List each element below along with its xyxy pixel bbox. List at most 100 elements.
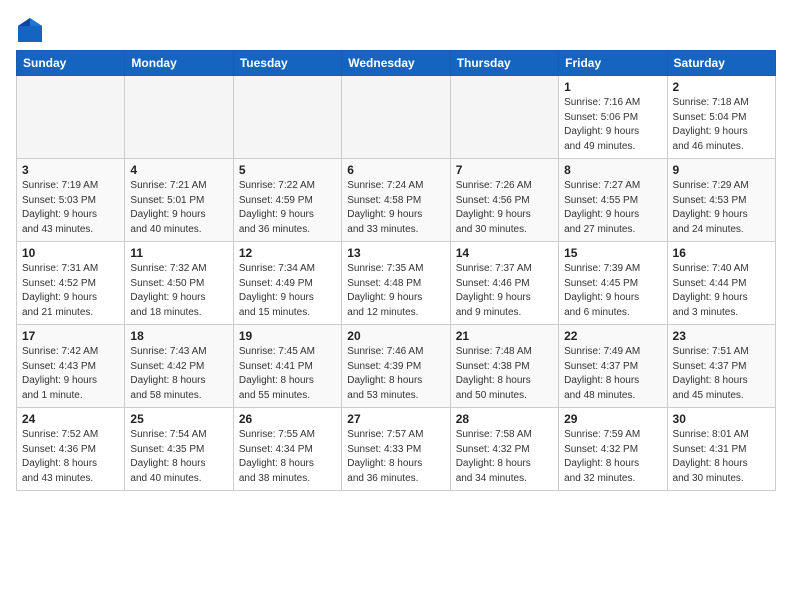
day-info: Sunrise: 7:45 AM Sunset: 4:41 PM Dayligh… xyxy=(239,345,336,403)
day-number: 4 xyxy=(130,163,227,177)
day-number: 30 xyxy=(673,412,770,426)
weekday-header-friday: Friday xyxy=(559,51,667,76)
calendar-cell: 5 Sunrise: 7:22 AM Sunset: 4:59 PM Daylig… xyxy=(233,159,341,242)
calendar-cell: 27 Sunrise: 7:57 AM Sunset: 4:33 PM Dayli… xyxy=(342,408,450,491)
day-number: 21 xyxy=(456,329,553,343)
day-info: Sunrise: 7:58 AM Sunset: 4:32 PM Dayligh… xyxy=(456,428,553,486)
day-number: 16 xyxy=(673,246,770,260)
calendar-cell: 7 Sunrise: 7:26 AM Sunset: 4:56 PM Daylig… xyxy=(450,159,558,242)
calendar-cell: 18Sunrise: 7:43 AM Sunset: 4:42 PM Dayli… xyxy=(125,325,233,408)
day-number: 5 xyxy=(239,163,336,177)
day-info: Sunrise: 7:22 AM Sunset: 4:59 PM Dayligh… xyxy=(239,179,336,237)
day-number: 18 xyxy=(130,329,227,343)
day-number: 27 xyxy=(347,412,444,426)
day-number: 14 xyxy=(456,246,553,260)
week-row-1: 1 Sunrise: 7:16 AM Sunset: 5:06 PM Daylig… xyxy=(17,76,776,159)
day-info: Sunrise: 7:35 AM Sunset: 4:48 PM Dayligh… xyxy=(347,262,444,320)
calendar-cell xyxy=(233,76,341,159)
day-number: 22 xyxy=(564,329,661,343)
calendar-cell: 9 Sunrise: 7:29 AM Sunset: 4:53 PM Daylig… xyxy=(667,159,775,242)
day-info: Sunrise: 7:31 AM Sunset: 4:52 PM Dayligh… xyxy=(22,262,119,320)
day-number: 12 xyxy=(239,246,336,260)
day-number: 1 xyxy=(564,80,661,94)
calendar-cell: 22Sunrise: 7:49 AM Sunset: 4:37 PM Dayli… xyxy=(559,325,667,408)
day-info: Sunrise: 7:26 AM Sunset: 4:56 PM Dayligh… xyxy=(456,179,553,237)
calendar-cell: 21 Sunrise: 7:48 AM Sunset: 4:38 PM Dayli… xyxy=(450,325,558,408)
day-info: Sunrise: 7:52 AM Sunset: 4:36 PM Dayligh… xyxy=(22,428,119,486)
calendar-cell: 17 Sunrise: 7:42 AM Sunset: 4:43 PM Dayli… xyxy=(17,325,125,408)
day-info: Sunrise: 7:54 AM Sunset: 4:35 PM Dayligh… xyxy=(130,428,227,486)
calendar-cell: 1 Sunrise: 7:16 AM Sunset: 5:06 PM Daylig… xyxy=(559,76,667,159)
day-info: Sunrise: 7:21 AM Sunset: 5:01 PM Dayligh… xyxy=(130,179,227,237)
week-row-4: 17 Sunrise: 7:42 AM Sunset: 4:43 PM Dayli… xyxy=(17,325,776,408)
day-info: Sunrise: 7:29 AM Sunset: 4:53 PM Dayligh… xyxy=(673,179,770,237)
weekday-header-wednesday: Wednesday xyxy=(342,51,450,76)
day-info: Sunrise: 7:48 AM Sunset: 4:38 PM Dayligh… xyxy=(456,345,553,403)
day-number: 11 xyxy=(130,246,227,260)
page-container: SundayMondayTuesdayWednesdayThursdayFrid… xyxy=(0,0,792,499)
day-info: Sunrise: 7:24 AM Sunset: 4:58 PM Dayligh… xyxy=(347,179,444,237)
calendar-cell: 10 Sunrise: 7:31 AM Sunset: 4:52 PM Dayli… xyxy=(17,242,125,325)
calendar-cell: 28 Sunrise: 7:58 AM Sunset: 4:32 PM Dayli… xyxy=(450,408,558,491)
calendar-cell: 8 Sunrise: 7:27 AM Sunset: 4:55 PM Daylig… xyxy=(559,159,667,242)
calendar-cell: 2 Sunrise: 7:18 AM Sunset: 5:04 PM Daylig… xyxy=(667,76,775,159)
day-info: Sunrise: 8:01 AM Sunset: 4:31 PM Dayligh… xyxy=(673,428,770,486)
day-number: 8 xyxy=(564,163,661,177)
day-info: Sunrise: 7:42 AM Sunset: 4:43 PM Dayligh… xyxy=(22,345,119,403)
calendar-cell xyxy=(450,76,558,159)
weekday-header-tuesday: Tuesday xyxy=(233,51,341,76)
calendar-cell: 4 Sunrise: 7:21 AM Sunset: 5:01 PM Daylig… xyxy=(125,159,233,242)
week-row-2: 3 Sunrise: 7:19 AM Sunset: 5:03 PM Daylig… xyxy=(17,159,776,242)
day-info: Sunrise: 7:51 AM Sunset: 4:37 PM Dayligh… xyxy=(673,345,770,403)
day-number: 6 xyxy=(347,163,444,177)
calendar-cell: 12Sunrise: 7:34 AM Sunset: 4:49 PM Dayli… xyxy=(233,242,341,325)
week-row-3: 10 Sunrise: 7:31 AM Sunset: 4:52 PM Dayli… xyxy=(17,242,776,325)
calendar-cell: 6 Sunrise: 7:24 AM Sunset: 4:58 PM Daylig… xyxy=(342,159,450,242)
calendar-cell xyxy=(17,76,125,159)
day-number: 19 xyxy=(239,329,336,343)
day-number: 28 xyxy=(456,412,553,426)
day-info: Sunrise: 7:18 AM Sunset: 5:04 PM Dayligh… xyxy=(673,96,770,154)
day-info: Sunrise: 7:39 AM Sunset: 4:45 PM Dayligh… xyxy=(564,262,661,320)
day-number: 17 xyxy=(22,329,119,343)
calendar-cell: 16 Sunrise: 7:40 AM Sunset: 4:44 PM Dayli… xyxy=(667,242,775,325)
day-info: Sunrise: 7:40 AM Sunset: 4:44 PM Dayligh… xyxy=(673,262,770,320)
day-number: 7 xyxy=(456,163,553,177)
day-number: 25 xyxy=(130,412,227,426)
logo-icon xyxy=(16,16,44,44)
calendar-cell: 11 Sunrise: 7:32 AM Sunset: 4:50 PM Dayli… xyxy=(125,242,233,325)
day-info: Sunrise: 7:19 AM Sunset: 5:03 PM Dayligh… xyxy=(22,179,119,237)
day-info: Sunrise: 7:59 AM Sunset: 4:32 PM Dayligh… xyxy=(564,428,661,486)
calendar-cell: 30 Sunrise: 8:01 AM Sunset: 4:31 PM Dayli… xyxy=(667,408,775,491)
logo xyxy=(16,16,48,44)
day-info: Sunrise: 7:57 AM Sunset: 4:33 PM Dayligh… xyxy=(347,428,444,486)
day-number: 20 xyxy=(347,329,444,343)
weekday-header-monday: Monday xyxy=(125,51,233,76)
calendar-cell xyxy=(125,76,233,159)
day-number: 3 xyxy=(22,163,119,177)
day-number: 29 xyxy=(564,412,661,426)
day-number: 15 xyxy=(564,246,661,260)
calendar-cell: 15 Sunrise: 7:39 AM Sunset: 4:45 PM Dayli… xyxy=(559,242,667,325)
day-info: Sunrise: 7:16 AM Sunset: 5:06 PM Dayligh… xyxy=(564,96,661,154)
weekday-header-row: SundayMondayTuesdayWednesdayThursdayFrid… xyxy=(17,51,776,76)
week-row-5: 24 Sunrise: 7:52 AM Sunset: 4:36 PM Dayli… xyxy=(17,408,776,491)
weekday-header-saturday: Saturday xyxy=(667,51,775,76)
day-info: Sunrise: 7:32 AM Sunset: 4:50 PM Dayligh… xyxy=(130,262,227,320)
calendar-table: SundayMondayTuesdayWednesdayThursdayFrid… xyxy=(16,50,776,491)
calendar-cell: 20 Sunrise: 7:46 AM Sunset: 4:39 PM Dayli… xyxy=(342,325,450,408)
calendar-cell: 13Sunrise: 7:35 AM Sunset: 4:48 PM Dayli… xyxy=(342,242,450,325)
calendar-cell: 24 Sunrise: 7:52 AM Sunset: 4:36 PM Dayli… xyxy=(17,408,125,491)
day-info: Sunrise: 7:37 AM Sunset: 4:46 PM Dayligh… xyxy=(456,262,553,320)
calendar-cell: 3 Sunrise: 7:19 AM Sunset: 5:03 PM Daylig… xyxy=(17,159,125,242)
calendar-cell xyxy=(342,76,450,159)
header xyxy=(16,16,776,44)
weekday-header-thursday: Thursday xyxy=(450,51,558,76)
day-number: 24 xyxy=(22,412,119,426)
day-info: Sunrise: 7:27 AM Sunset: 4:55 PM Dayligh… xyxy=(564,179,661,237)
day-number: 2 xyxy=(673,80,770,94)
day-number: 9 xyxy=(673,163,770,177)
day-info: Sunrise: 7:46 AM Sunset: 4:39 PM Dayligh… xyxy=(347,345,444,403)
calendar-cell: 26Sunrise: 7:55 AM Sunset: 4:34 PM Dayli… xyxy=(233,408,341,491)
day-number: 10 xyxy=(22,246,119,260)
